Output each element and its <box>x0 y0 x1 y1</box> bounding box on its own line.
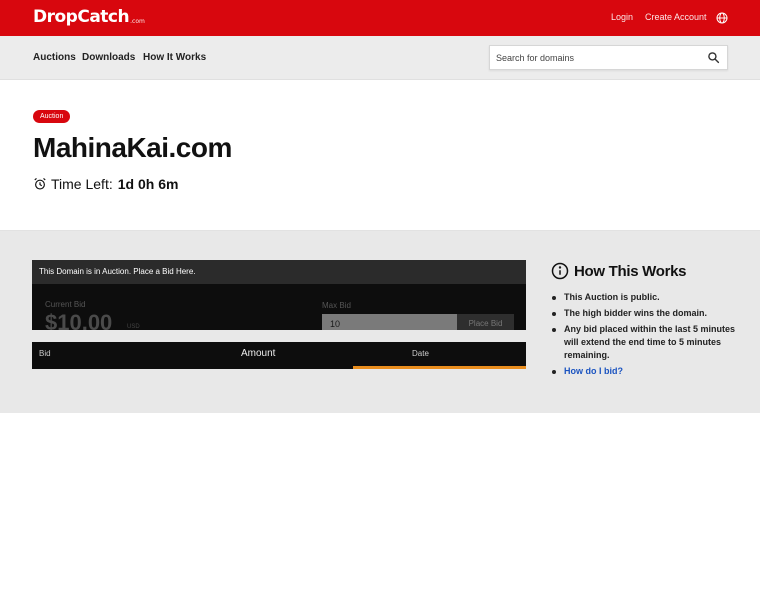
top-header: DropCatch .com Login Create Account <box>0 0 760 36</box>
how-do-i-bid-link[interactable]: How do I bid? <box>551 365 741 378</box>
nav-auctions[interactable]: Auctions <box>33 52 76 63</box>
how-this-works-title: How This Works <box>574 262 687 280</box>
nav-downloads[interactable]: Downloads <box>82 52 135 63</box>
search-icon[interactable] <box>707 51 720 64</box>
current-bid-label: Current Bid <box>45 300 86 309</box>
current-bid-value: $10.00 <box>45 310 113 330</box>
auction-content: This Domain is in Auction. Place a Bid H… <box>0 231 760 413</box>
time-left-value: 1d 0h 6m <box>117 176 179 192</box>
column-header-date[interactable]: Date <box>412 342 429 366</box>
place-bid-button[interactable]: Place Bid <box>457 314 514 330</box>
logo-domain-suffix: .com <box>130 18 145 25</box>
dropcatch-logo[interactable]: DropCatch .com <box>33 6 145 28</box>
list-item: This Auction is public. <box>551 291 741 304</box>
auction-badge: Auction <box>33 110 71 123</box>
main-nav: Auctions Downloads How It Works <box>0 36 760 80</box>
time-left-label: Time Left: <box>51 176 113 192</box>
domain-title: MahinaKai.com <box>33 132 232 163</box>
how-this-works-list: This Auction is public. The high bidder … <box>551 291 741 378</box>
loading-progress-bar <box>353 366 526 369</box>
alarm-clock-icon <box>33 177 47 191</box>
domain-hero: Auction MahinaKai.com Time Left: 1d 0h 6… <box>0 80 760 231</box>
globe-icon[interactable] <box>716 11 728 24</box>
create-account-link[interactable]: Create Account <box>645 12 707 22</box>
column-header-amount[interactable]: Amount <box>241 342 275 366</box>
nav-how-it-works[interactable]: How It Works <box>143 52 206 63</box>
how-this-works-heading: How This Works <box>551 262 741 280</box>
bid-panel: This Domain is in Auction. Place a Bid H… <box>32 260 526 330</box>
time-left: Time Left: 1d 0h 6m <box>33 176 178 192</box>
current-bid-currency: USD <box>127 324 140 330</box>
list-item: Any bid placed within the last 5 minutes… <box>551 323 741 362</box>
domain-search <box>489 45 728 70</box>
column-header-bid[interactable]: Bid <box>39 342 51 366</box>
list-item: The high bidder wins the domain. <box>551 307 741 320</box>
search-input[interactable] <box>490 46 695 69</box>
max-bid-label: Max Bid <box>322 301 351 310</box>
max-bid-input[interactable] <box>322 314 457 330</box>
bid-history-table: Bid Amount Date <box>32 342 526 369</box>
bid-panel-header: This Domain is in Auction. Place a Bid H… <box>32 260 526 284</box>
how-this-works-panel: How This Works This Auction is public. T… <box>551 262 741 381</box>
logo-text: DropCatch <box>33 7 130 27</box>
info-icon <box>551 262 569 280</box>
login-link[interactable]: Login <box>611 12 633 22</box>
